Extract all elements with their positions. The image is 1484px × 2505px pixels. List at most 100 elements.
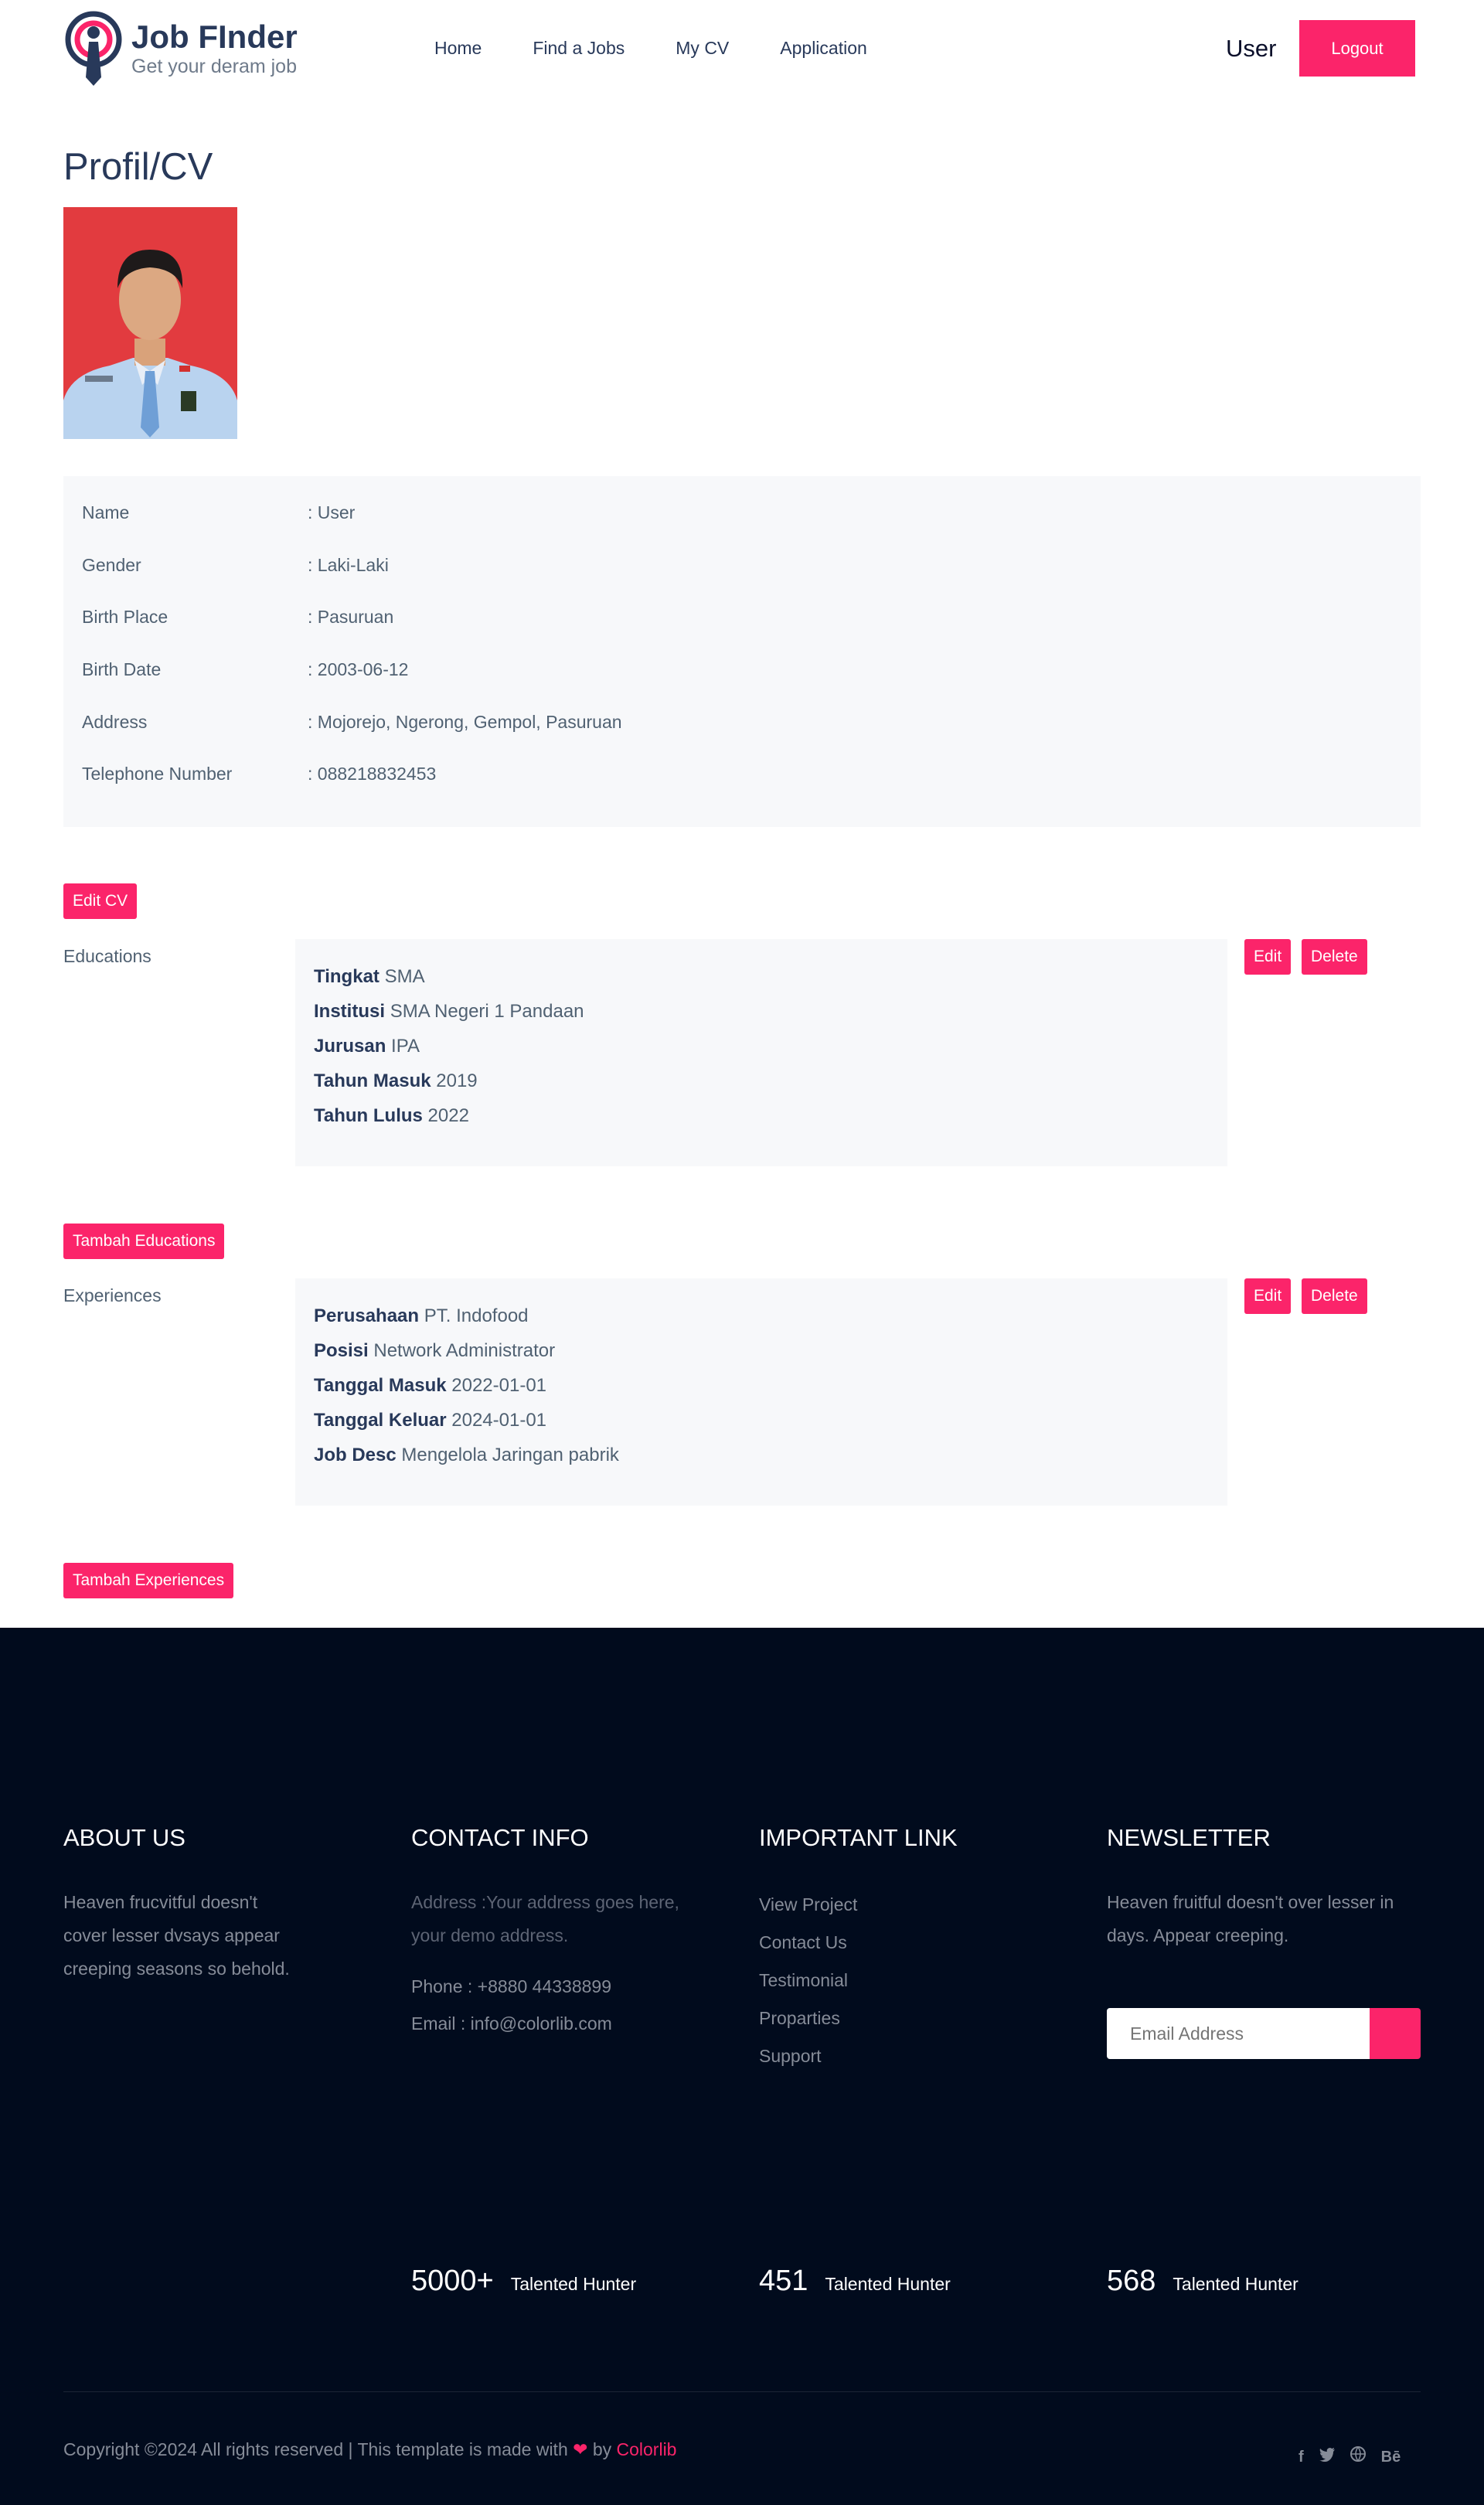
info-label: Birth Place (82, 607, 168, 627)
stat-item: 5000+ Talented Hunter (411, 2265, 636, 2298)
info-value: : User (308, 502, 356, 522)
education-value: 2019 (436, 1070, 478, 1091)
education-key: Tingkat (314, 966, 380, 987)
copyright-by: by (592, 2439, 612, 2459)
logo-icon (63, 11, 124, 87)
logout-button[interactable]: Logout (1299, 20, 1415, 77)
experience-key: Tanggal Masuk (314, 1375, 447, 1396)
edit-cv-button[interactable]: Edit CV (63, 883, 138, 919)
info-row-birth-date: Birth Date : 2003-06-12 (82, 656, 408, 682)
info-label: Birth Date (82, 659, 162, 679)
footer-newsletter-text: days. Appear creeping. (1107, 1925, 1289, 1945)
footer-link-testimonial[interactable]: Testimonial (759, 1962, 1037, 2000)
stat-number: 451 (759, 2265, 808, 2297)
experience-value: 2022-01-01 (451, 1375, 547, 1396)
info-value: : Pasuruan (308, 607, 394, 627)
info-value: : 088218832453 (308, 764, 437, 784)
profile-info-box: Name : User Gender : Laki-Laki Birth Pla… (63, 476, 1421, 827)
info-value: : 2003-06-12 (308, 659, 409, 679)
stat-item: 451 Talented Hunter (759, 2265, 951, 2298)
stat-number: 568 (1107, 2265, 1156, 2297)
copyright: Copyright ©2024 All rights reserved | Th… (63, 2436, 676, 2462)
logo-title: Job FInder (131, 19, 298, 55)
educations-label: Educations (63, 946, 151, 966)
footer-email: Email : info@colorlib.com (411, 2013, 612, 2034)
footer-phone: Phone : +8880 44338899 (411, 1976, 611, 1996)
info-row-name: Name : User (82, 499, 355, 526)
info-row-birth-place: Birth Place : Pasuruan (82, 604, 393, 630)
experience-field: Posisi Network Administrator (314, 1333, 1209, 1368)
education-value: SMA Negeri 1 Pandaan (390, 1001, 584, 1022)
main-nav: Home Find a Jobs My CV Application (434, 32, 918, 63)
colorlib-link[interactable]: Colorlib (617, 2439, 677, 2459)
footer-link-support[interactable]: Support (759, 2037, 1037, 2075)
twitter-icon[interactable] (1319, 2445, 1335, 2469)
experience-key: Tanggal Keluar (314, 1410, 447, 1431)
education-key: Jurusan (314, 1036, 386, 1057)
footer-about-heading: ABOUT US (63, 1824, 186, 1851)
behance-icon[interactable]: Bē (1381, 2445, 1401, 2469)
site-footer (0, 1628, 1484, 2505)
info-label: Gender (82, 555, 141, 575)
stat-caption: Talented Hunter (510, 2274, 637, 2294)
stat-number: 5000+ (411, 2265, 494, 2297)
footer-contact: CONTACT INFO Address :Your address goes … (411, 1821, 736, 2042)
education-value: IPA (391, 1036, 420, 1057)
nav-home[interactable]: Home (434, 32, 482, 63)
education-card: Tingkat SMA Institusi SMA Negeri 1 Panda… (295, 939, 1227, 1166)
footer-contact-heading: CONTACT INFO (411, 1824, 589, 1851)
info-row-address: Address : Mojorejo, Ngerong, Gempol, Pas… (82, 709, 622, 735)
edit-experience-button[interactable]: Edit (1244, 1278, 1292, 1314)
newsletter-email-input[interactable] (1107, 2008, 1370, 2059)
info-value: : Mojorejo, Ngerong, Gempol, Pasuruan (308, 712, 622, 732)
footer-newsletter-text: Heaven fruitful doesn't over lesser in (1107, 1892, 1394, 1912)
facebook-icon[interactable]: f (1298, 2445, 1304, 2469)
experience-card: Perusahaan PT. Indofood Posisi Network A… (295, 1278, 1227, 1506)
footer-about-text: cover lesser dvsays appear (63, 1925, 280, 1945)
education-key: Institusi (314, 1001, 386, 1022)
footer-newsletter: NEWSLETTER Heaven fruitful doesn't over … (1107, 1821, 1431, 1952)
add-education-button[interactable]: Tambah Educations (63, 1224, 225, 1259)
footer-links: IMPORTANT LINK View Project Contact Us T… (759, 1821, 1037, 2075)
globe-icon[interactable] (1350, 2445, 1366, 2469)
experience-value: Network Administrator (373, 1340, 556, 1361)
footer-link-proparties[interactable]: Proparties (759, 2000, 1037, 2037)
nav-application[interactable]: Application (780, 32, 867, 63)
footer-link-contact-us[interactable]: Contact Us (759, 1924, 1037, 1962)
experience-value: PT. Indofood (424, 1305, 529, 1326)
education-key: Tahun Masuk (314, 1070, 431, 1091)
heart-icon: ❤ (573, 2439, 588, 2459)
experience-field: Tanggal Keluar 2024-01-01 (314, 1403, 1209, 1438)
logo[interactable]: Job FInder Get your deram job (63, 11, 298, 87)
nav-find-jobs[interactable]: Find a Jobs (533, 32, 625, 63)
experience-key: Posisi (314, 1340, 369, 1361)
experience-value: 2024-01-01 (451, 1410, 547, 1431)
experience-field: Perusahaan PT. Indofood (314, 1298, 1209, 1333)
stat-item: 568 Talented Hunter (1107, 2265, 1298, 2298)
experience-key: Perusahaan (314, 1305, 420, 1326)
stat-caption: Talented Hunter (825, 2274, 951, 2294)
footer-link-view-project[interactable]: View Project (759, 1886, 1037, 1924)
user-name: User (1226, 35, 1277, 62)
nav-my-cv[interactable]: My CV (676, 32, 729, 63)
education-key: Tahun Lulus (314, 1105, 423, 1126)
footer-divider (63, 2391, 1421, 2392)
education-field: Tingkat SMA (314, 959, 1209, 994)
logo-subtitle: Get your deram job (131, 56, 297, 77)
copyright-text: Copyright ©2024 All rights reserved | Th… (63, 2439, 568, 2459)
add-experience-button[interactable]: Tambah Experiences (63, 1563, 234, 1598)
info-label: Telephone Number (82, 764, 233, 784)
newsletter-submit-button[interactable] (1370, 2008, 1421, 2059)
info-row-gender: Gender : Laki-Laki (82, 552, 389, 578)
experience-value: Mengelola Jaringan pabrik (401, 1445, 619, 1465)
info-label: Address (82, 712, 148, 732)
edit-education-button[interactable]: Edit (1244, 939, 1292, 975)
footer-about-text: Heaven frucvitful doesn't (63, 1892, 258, 1912)
education-value: 2022 (427, 1105, 469, 1126)
delete-experience-button[interactable]: Delete (1302, 1278, 1367, 1314)
footer-newsletter-heading: NEWSLETTER (1107, 1824, 1271, 1851)
footer-about: ABOUT US Heaven frucvitful doesn't cover… (63, 1821, 342, 1986)
experience-field: Tanggal Masuk 2022-01-01 (314, 1368, 1209, 1403)
info-value: : Laki-Laki (308, 555, 389, 575)
delete-education-button[interactable]: Delete (1302, 939, 1367, 975)
